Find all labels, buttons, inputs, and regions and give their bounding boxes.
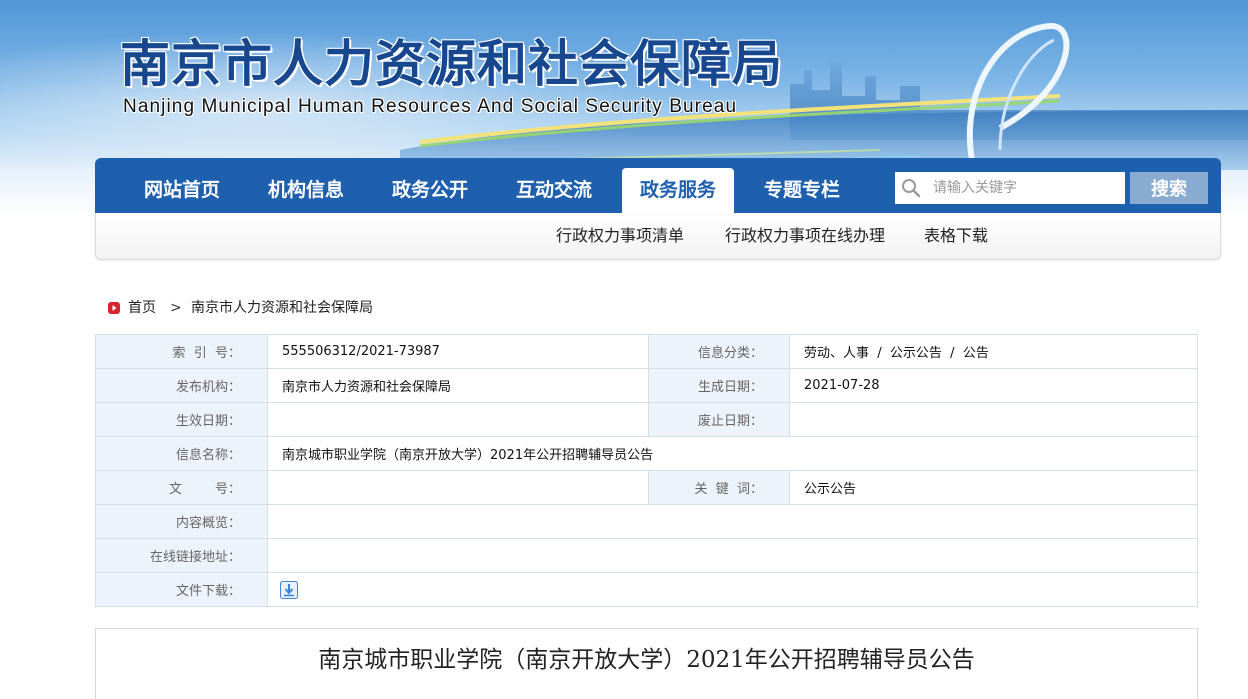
site-subtitle: Nanjing Municipal Human Resources And So… bbox=[123, 96, 738, 117]
created-date-value: 2021-07-28 bbox=[789, 368, 1198, 403]
table-row: 生效日期： 废止日期： bbox=[95, 402, 1198, 437]
search-input[interactable] bbox=[933, 172, 1121, 204]
nav-item-special-topics[interactable]: 专题专栏 bbox=[745, 168, 859, 213]
category-value: 劳动、人事 / 公示公告 / 公告 bbox=[789, 334, 1198, 369]
expiry-date-value bbox=[789, 402, 1198, 437]
search-button[interactable]: 搜索 bbox=[1130, 172, 1208, 204]
table-row: 在线链接地址： bbox=[95, 538, 1198, 573]
keywords-label: 关 键 词： bbox=[648, 470, 790, 505]
nav-item-interaction[interactable]: 互动交流 bbox=[497, 168, 611, 213]
summary-value bbox=[267, 504, 1198, 539]
breadcrumb-current[interactable]: 南京市人力资源和社会保障局 bbox=[191, 298, 373, 318]
table-row: 信息名称： 南京城市职业学院（南京开放大学）2021年公开招聘辅导员公告 bbox=[95, 436, 1198, 471]
site-title: 南京市人力资源和社会保障局 bbox=[120, 34, 783, 93]
info-name-label: 信息名称： bbox=[95, 436, 268, 471]
created-date-label: 生成日期： bbox=[648, 368, 790, 403]
home-marker-icon bbox=[108, 302, 120, 314]
subnav-item-form-download[interactable]: 表格下载 bbox=[924, 213, 988, 259]
info-name-value: 南京城市职业学院（南京开放大学）2021年公开招聘辅导员公告 bbox=[267, 436, 1198, 471]
effective-date-value bbox=[267, 402, 649, 437]
nav-item-organization[interactable]: 机构信息 bbox=[249, 168, 363, 213]
index-no-value: 555506312/2021-73987 bbox=[267, 334, 649, 369]
effective-date-label: 生效日期： bbox=[95, 402, 268, 437]
subnav-item-power-list[interactable]: 行政权力事项清单 bbox=[556, 213, 684, 259]
nav-item-government-affairs[interactable]: 政务公开 bbox=[373, 168, 487, 213]
nav-item-home[interactable]: 网站首页 bbox=[125, 168, 239, 213]
table-row: 发布机构： 南京市人力资源和社会保障局 生成日期： 2021-07-28 bbox=[95, 368, 1198, 403]
main-nav: 网站首页 机构信息 政务公开 互动交流 政务服务 专题专栏 搜索 bbox=[95, 158, 1221, 213]
keywords-value: 公示公告 bbox=[789, 470, 1198, 505]
file-download-label: 文件下载： bbox=[95, 572, 268, 607]
summary-label: 内容概览： bbox=[95, 504, 268, 539]
download-icon[interactable] bbox=[280, 580, 298, 599]
article-box: 南京城市职业学院（南京开放大学）2021年公开招聘辅导员公告 bbox=[95, 628, 1198, 699]
index-no-label: 索 引 号： bbox=[95, 334, 268, 369]
table-row: 文 号： 关 键 词： 公示公告 bbox=[95, 470, 1198, 505]
doc-no-label: 文 号： bbox=[95, 470, 268, 505]
table-row: 索 引 号： 555506312/2021-73987 信息分类： 劳动、人事 … bbox=[95, 334, 1198, 369]
search-icon bbox=[902, 179, 921, 198]
sub-nav: 行政权力事项清单 行政权力事项在线办理 表格下载 bbox=[95, 213, 1221, 260]
nav-item-government-services[interactable]: 政务服务 bbox=[622, 168, 734, 213]
file-download-cell bbox=[267, 572, 1198, 607]
publisher-label: 发布机构： bbox=[95, 368, 268, 403]
table-row: 文件下载： bbox=[95, 572, 1198, 607]
expiry-date-label: 废止日期： bbox=[648, 402, 790, 437]
table-row: 内容概览： bbox=[95, 504, 1198, 539]
online-link-label: 在线链接地址： bbox=[95, 538, 268, 573]
breadcrumb-home-link[interactable]: 首页 bbox=[128, 298, 156, 318]
category-label: 信息分类： bbox=[648, 334, 790, 369]
publisher-value: 南京市人力资源和社会保障局 bbox=[267, 368, 649, 403]
article-title: 南京城市职业学院（南京开放大学）2021年公开招聘辅导员公告 bbox=[318, 647, 975, 673]
search-box bbox=[895, 172, 1125, 204]
breadcrumb-separator: > bbox=[170, 300, 182, 316]
info-table: 索 引 号： 555506312/2021-73987 信息分类： 劳动、人事 … bbox=[95, 334, 1198, 607]
online-link-value bbox=[267, 538, 1198, 573]
doc-no-value bbox=[267, 470, 649, 505]
subnav-item-online-processing[interactable]: 行政权力事项在线办理 bbox=[725, 213, 885, 259]
